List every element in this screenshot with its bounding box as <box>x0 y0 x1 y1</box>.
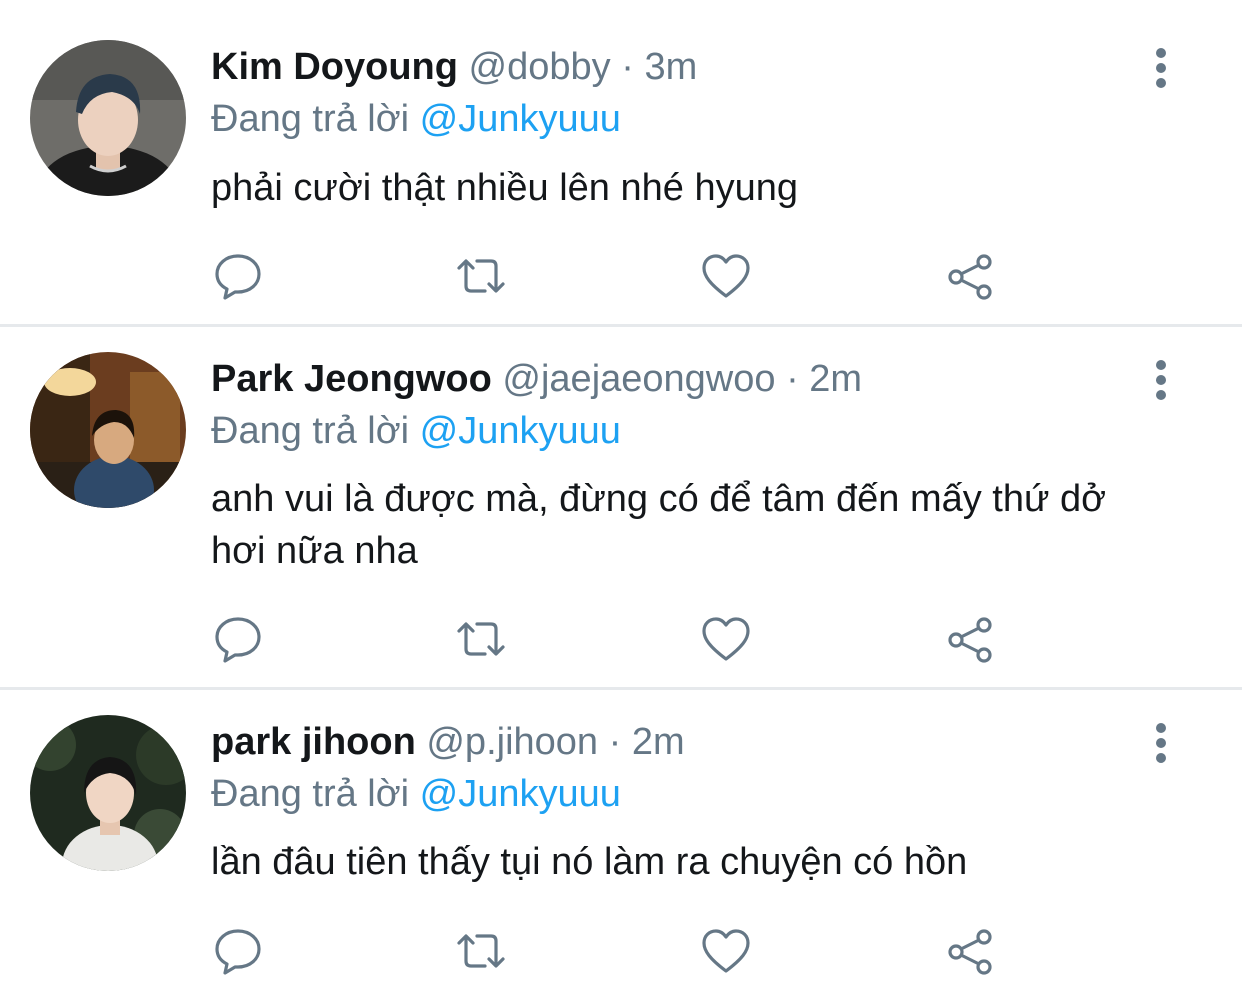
reply-prefix: Đang trả lời <box>211 773 410 815</box>
replying-to: Đang trả lời @Junkyuuu <box>211 771 621 817</box>
separator-dot: · <box>786 358 799 400</box>
mention-link[interactable]: @Junkyuuu <box>420 410 621 452</box>
timestamp[interactable]: 3m <box>644 46 697 88</box>
tweet-text: lần đâu tiên thấy tụi nó làm ra chuyện c… <box>211 841 968 883</box>
retweet-icon[interactable] <box>455 250 507 302</box>
tweet-card[interactable]: Kim Doyoung @dobby · 3m Đang trả lời @Ju… <box>0 0 1242 324</box>
comment-icon[interactable] <box>212 613 264 665</box>
display-name[interactable]: Kim Doyoung <box>211 46 458 88</box>
timestamp[interactable]: 2m <box>809 358 862 400</box>
user-handle[interactable]: @p.jihoon <box>426 721 598 763</box>
avatar[interactable] <box>30 715 186 871</box>
heart-icon[interactable] <box>700 250 752 302</box>
heart-icon[interactable] <box>700 613 752 665</box>
timestamp[interactable]: 2m <box>632 721 685 763</box>
user-handle[interactable]: @jaejaeongwoo <box>502 358 775 400</box>
tweet-card[interactable]: Park Jeongwoo @jaejaeongwoo · 2m Đang tr… <box>0 327 1242 687</box>
tweet-card[interactable]: park jihoon @p.jihoon · 2m Đang trả lời … <box>0 690 1242 999</box>
share-icon[interactable] <box>944 613 996 665</box>
avatar[interactable] <box>30 40 186 196</box>
replying-to: Đang trả lời @Junkyuuu <box>211 96 621 142</box>
separator-dot: · <box>621 46 634 88</box>
retweet-icon[interactable] <box>455 925 507 977</box>
reply-prefix: Đang trả lời <box>211 98 410 140</box>
heart-icon[interactable] <box>700 925 752 977</box>
more-vertical-icon[interactable] <box>1150 723 1174 763</box>
display-name[interactable]: Park Jeongwoo <box>211 358 492 400</box>
more-vertical-icon[interactable] <box>1150 48 1174 88</box>
avatar[interactable] <box>30 352 186 508</box>
more-vertical-icon[interactable] <box>1150 360 1174 400</box>
reply-prefix: Đang trả lời <box>211 410 410 452</box>
tweet-text: phải cười thật nhiều lên nhé hyung <box>211 167 798 209</box>
comment-icon[interactable] <box>212 925 264 977</box>
retweet-icon[interactable] <box>455 613 507 665</box>
share-icon[interactable] <box>944 925 996 977</box>
tweet-text: anh vui là được mà, đừng có để tâm đến m… <box>211 478 1107 572</box>
separator-dot: · <box>608 721 622 763</box>
replying-to: Đang trả lời @Junkyuuu <box>211 408 621 454</box>
comment-icon[interactable] <box>212 250 264 302</box>
mention-link[interactable]: @Junkyuuu <box>420 98 621 140</box>
display-name[interactable]: park jihoon <box>211 721 416 763</box>
replies-feed: Kim Doyoung @dobby · 3m Đang trả lời @Ju… <box>0 0 1242 999</box>
user-handle[interactable]: @dobby <box>469 46 611 88</box>
share-icon[interactable] <box>944 250 996 302</box>
mention-link[interactable]: @Junkyuuu <box>420 773 621 815</box>
